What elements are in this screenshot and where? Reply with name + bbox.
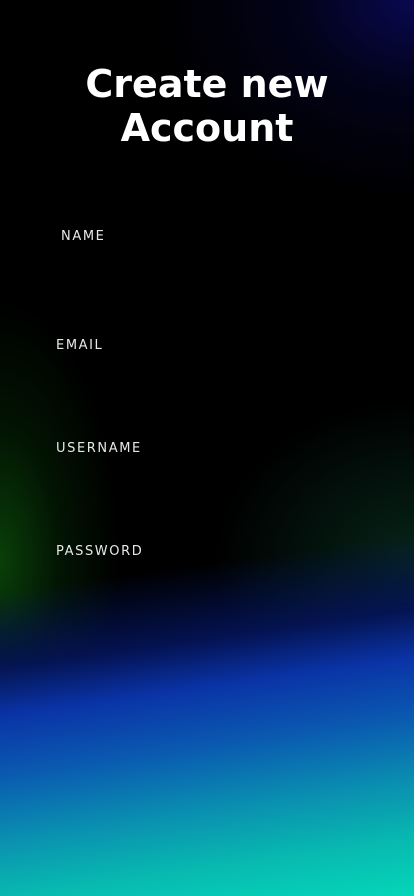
- page-title: Create new Account: [85, 62, 329, 150]
- email-label: EMAIL: [56, 338, 104, 353]
- username-input[interactable]: [56, 464, 358, 500]
- password-label: PASSWORD: [56, 544, 144, 559]
- password-input[interactable]: [56, 567, 358, 603]
- name-label: NAME: [61, 229, 106, 244]
- create-account-screen: Create new Account NAME EMAIL USERNAME P…: [0, 0, 414, 896]
- username-label: USERNAME: [56, 441, 142, 456]
- name-input[interactable]: [56, 252, 358, 288]
- email-input[interactable]: [56, 361, 358, 397]
